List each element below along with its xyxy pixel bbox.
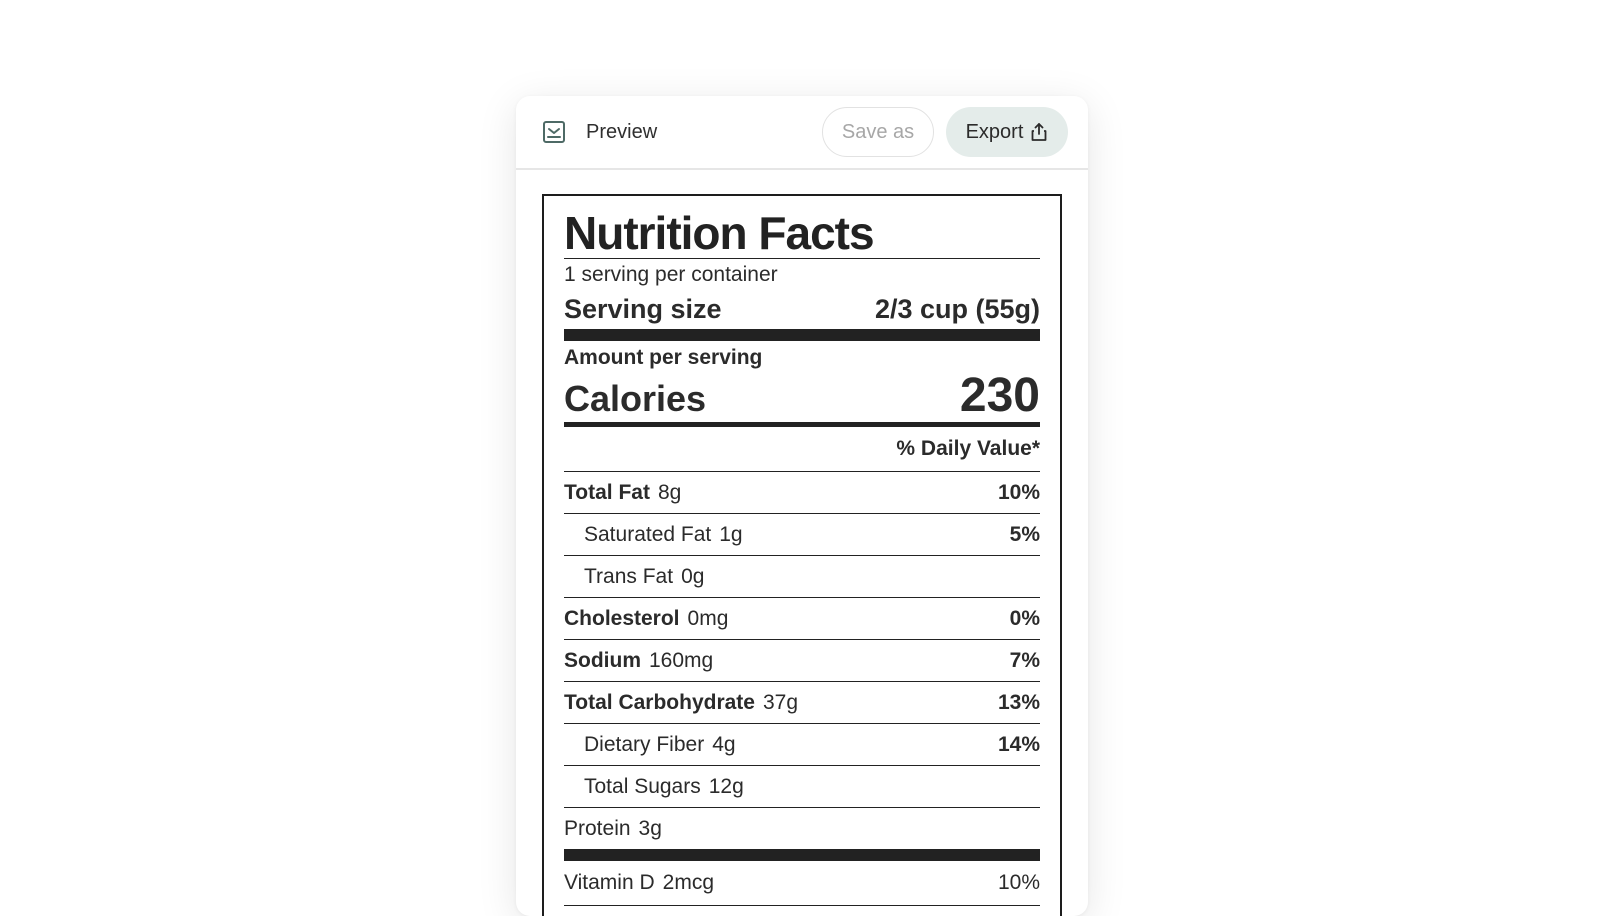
nutrient-name: Saturated Fat xyxy=(584,522,712,546)
preview-panel: Preview Save as Export Nutrition Facts 1… xyxy=(516,96,1088,916)
export-button[interactable]: Export xyxy=(946,107,1068,157)
export-label: Export xyxy=(965,120,1024,143)
serving-size-row: Serving size 2/3 cup (55g) xyxy=(564,291,1040,327)
nutrient-row-protein: Protein 3g xyxy=(564,807,1040,849)
save-as-label: Save as xyxy=(841,120,915,143)
nutrient-name: Total Fat xyxy=(564,480,650,504)
toolbar-title: Preview xyxy=(586,120,658,143)
nutrient-amount: 37g xyxy=(762,690,799,714)
nutrient-name: Dietary Fiber xyxy=(584,732,705,756)
nutrient-row-dietary-fiber: Dietary Fiber 4g 14% xyxy=(564,723,1040,765)
nutrient-name: Protein xyxy=(564,816,631,840)
calories-value: 230 xyxy=(959,369,1040,422)
nutrient-amount: 3g xyxy=(638,816,662,840)
nutrient-row-sodium: Sodium 160mg 7% xyxy=(564,639,1040,681)
nutrition-label: Nutrition Facts 1 serving per container … xyxy=(542,194,1062,916)
nutrient-amount: 0g xyxy=(681,564,705,588)
nutrient-amount: 4g xyxy=(712,732,736,756)
thick-divider xyxy=(564,849,1040,861)
nutrient-row-saturated-fat: Saturated Fat 1g 5% xyxy=(564,513,1040,555)
thick-divider xyxy=(564,329,1040,341)
nutrient-amount: 12g xyxy=(708,774,744,798)
nutrient-amount: 0mg xyxy=(687,606,729,630)
nutrient-row-total-carbohydrate: Total Carbohydrate 37g 13% xyxy=(564,681,1040,723)
daily-value-percent: 14% xyxy=(997,732,1040,756)
daily-value-percent: 7% xyxy=(1009,648,1040,672)
daily-value-percent: 10% xyxy=(997,871,1040,894)
serving-size-label: Serving size xyxy=(564,294,722,324)
divider xyxy=(564,905,1040,906)
nutrition-facts-title: Nutrition Facts xyxy=(564,207,875,259)
nutrient-row-total-fat: Total Fat 8g 10% xyxy=(564,471,1040,513)
nutrient-amount: 8g xyxy=(657,480,682,504)
nutrient-row-total-sugars: Total Sugars 12g xyxy=(564,765,1040,807)
daily-value-percent: 5% xyxy=(1009,522,1040,546)
nutrient-name: Sodium xyxy=(564,648,641,672)
share-upload-icon xyxy=(1032,123,1047,141)
serving-size-value: 2/3 cup (55g) xyxy=(874,294,1040,324)
vitamin-amount: 2mcg xyxy=(662,871,715,894)
daily-value-header: % Daily Value* xyxy=(896,437,1040,460)
daily-value-percent: 13% xyxy=(997,690,1040,714)
nutrient-name: Trans Fat xyxy=(584,564,674,588)
daily-value-percent: 0% xyxy=(1009,606,1040,630)
daily-value-percent: 10% xyxy=(997,480,1040,504)
vitamin-name: Vitamin D xyxy=(564,871,655,894)
nutrient-amount: 160mg xyxy=(649,648,714,672)
calories-row: Calories 230 xyxy=(564,369,1040,422)
preview-icon xyxy=(542,120,566,144)
nutrient-name: Cholesterol xyxy=(564,606,680,630)
servings-per-container: 1 serving per container xyxy=(564,263,778,286)
nutrient-row-cholesterol: Cholesterol 0mg 0% xyxy=(564,597,1040,639)
nutrient-row-trans-fat: Trans Fat 0g xyxy=(564,555,1040,597)
preview-toolbar: Preview Save as Export xyxy=(516,96,1088,170)
calories-label: Calories xyxy=(564,378,707,419)
nutrient-name: Total Carbohydrate xyxy=(564,690,755,714)
nutrient-name: Total Sugars xyxy=(584,774,701,798)
vitamin-row-vitamin-d: Vitamin D 2mcg 10% xyxy=(564,861,1040,905)
save-as-button[interactable]: Save as xyxy=(822,107,934,157)
nutrient-amount: 1g xyxy=(719,522,743,546)
